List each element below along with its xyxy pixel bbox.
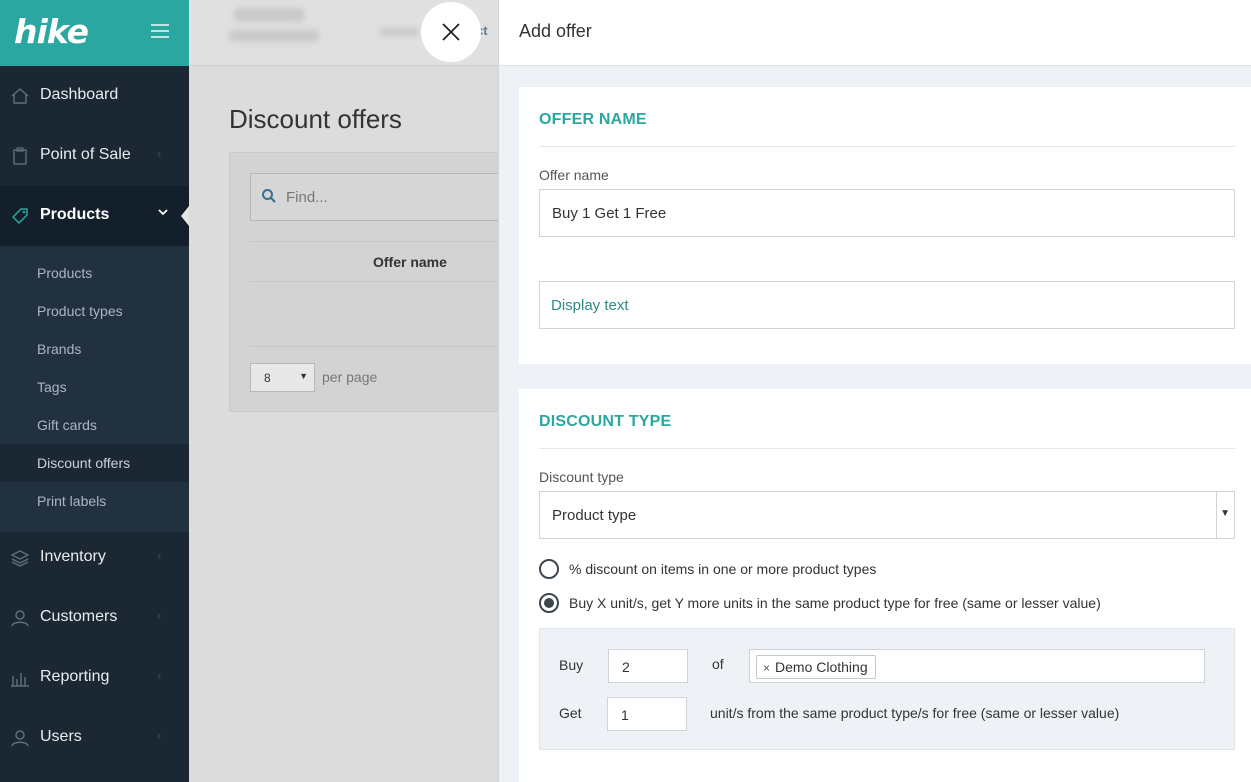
submenu-item-brands[interactable]: Brands bbox=[0, 330, 189, 368]
sidebar-item-label: Products bbox=[40, 206, 110, 223]
submenu-item-product-types[interactable]: Product types bbox=[0, 292, 189, 330]
discount-type-select[interactable]: Product type ▼ bbox=[539, 491, 1235, 539]
radio-label: Buy X unit/s, get Y more units in the sa… bbox=[569, 595, 1101, 611]
chevron-down-icon bbox=[157, 206, 169, 221]
sidebar-item-label: Point of Sale bbox=[40, 146, 131, 163]
product-type-tag: × Demo Clothing bbox=[756, 655, 876, 679]
clipboard-icon bbox=[10, 146, 30, 166]
radio-button-checked[interactable] bbox=[539, 593, 559, 613]
remove-tag-icon[interactable]: × bbox=[763, 661, 770, 675]
sidebar-item-label: Users bbox=[40, 728, 82, 745]
radio-buy-x-get-y[interactable]: Buy X unit/s, get Y more units in the sa… bbox=[539, 593, 1159, 615]
sidebar-item-label: Customers bbox=[40, 608, 118, 625]
sidebar-item-point-of-sale[interactable]: Point of Sale ‹ bbox=[0, 126, 189, 186]
sidebar: hike Dashboard Point of Sale ‹ Products … bbox=[0, 0, 189, 782]
search-placeholder: Find... bbox=[286, 189, 328, 206]
submenu-item-print-labels[interactable]: Print labels bbox=[0, 482, 189, 520]
close-icon bbox=[442, 23, 460, 41]
drawer-title: Add offer bbox=[519, 21, 592, 41]
chevron-left-icon: ‹ bbox=[157, 728, 162, 743]
submenu-item-gift-cards[interactable]: Gift cards bbox=[0, 406, 189, 444]
sidebar-item-customers[interactable]: Customers ‹ bbox=[0, 588, 189, 648]
get-quantity-input[interactable]: 1 bbox=[607, 697, 687, 731]
chevron-left-icon: ‹ bbox=[157, 608, 162, 623]
sidebar-item-inventory[interactable]: Inventory ‹ bbox=[0, 528, 189, 588]
discount-type-label: Discount type bbox=[539, 469, 624, 485]
table-header: Offer name bbox=[250, 241, 530, 282]
bar-chart-icon bbox=[10, 668, 30, 688]
get-suffix-label: unit/s from the same product type/s for … bbox=[710, 705, 1120, 721]
offer-name-value: Buy 1 Get 1 Free bbox=[552, 205, 667, 222]
add-offer-drawer: Add offer OFFER NAME Offer name Buy 1 Ge… bbox=[498, 0, 1251, 782]
caret-down-icon: ▼ bbox=[1220, 508, 1230, 519]
blurred-header-text bbox=[229, 30, 319, 42]
search-icon bbox=[262, 189, 276, 203]
sidebar-item-dashboard[interactable]: Dashboard bbox=[0, 66, 189, 126]
sidebar-item-reporting[interactable]: Reporting ‹ bbox=[0, 648, 189, 708]
sidebar-item-label: Reporting bbox=[40, 668, 110, 685]
menu-toggle-icon[interactable] bbox=[151, 24, 169, 38]
get-label: Get bbox=[559, 705, 582, 721]
section-heading: DISCOUNT TYPE bbox=[539, 413, 672, 430]
chevron-left-icon: ‹ bbox=[157, 548, 162, 563]
sidebar-item-products[interactable]: Products bbox=[0, 186, 189, 246]
submenu-item-tags[interactable]: Tags bbox=[0, 368, 189, 406]
sidebar-item-label: Inventory bbox=[40, 548, 106, 565]
discount-type-section: DISCOUNT TYPE Discount type Product type… bbox=[519, 389, 1251, 782]
column-header-offer-name[interactable]: Offer name bbox=[373, 254, 447, 270]
offers-list-card: Find... Offer name 8 ▼ per page bbox=[229, 152, 530, 412]
tag-label: Demo Clothing bbox=[775, 659, 868, 675]
buy-quantity-input[interactable]: 2 bbox=[608, 649, 688, 683]
submenu-item-products[interactable]: Products bbox=[0, 254, 189, 292]
divider bbox=[539, 146, 1235, 147]
user-icon bbox=[10, 728, 30, 748]
discount-type-value: Product type bbox=[552, 507, 637, 524]
get-quantity-value: 1 bbox=[621, 707, 629, 723]
chevron-left-icon: ‹ bbox=[157, 668, 162, 683]
blurred-header-text bbox=[379, 28, 419, 36]
offer-name-section: OFFER NAME Offer name Buy 1 Get 1 Free D… bbox=[519, 87, 1251, 364]
display-text-placeholder: Display text bbox=[551, 297, 629, 314]
radio-percent-discount[interactable]: % discount on items in one or more produ… bbox=[539, 559, 939, 581]
divider bbox=[250, 346, 530, 347]
page-title: Discount offers bbox=[229, 104, 402, 134]
chevron-left-icon: ‹ bbox=[157, 146, 162, 161]
per-page-select[interactable]: 8 ▼ bbox=[250, 363, 315, 392]
logo-bar: hike bbox=[0, 0, 189, 66]
per-page-label: per page bbox=[322, 369, 378, 385]
sidebar-item-label: Dashboard bbox=[40, 86, 119, 103]
divider bbox=[539, 448, 1235, 449]
section-heading: OFFER NAME bbox=[539, 111, 647, 128]
sidebar-item-users[interactable]: Users ‹ bbox=[0, 708, 189, 768]
user-icon bbox=[10, 608, 30, 628]
of-label: of bbox=[712, 656, 724, 672]
buy-quantity-value: 2 bbox=[622, 659, 630, 675]
radio-label: % discount on items in one or more produ… bbox=[569, 561, 877, 577]
hike-logo[interactable]: hike bbox=[14, 12, 89, 51]
offer-name-label: Offer name bbox=[539, 167, 609, 183]
select-divider bbox=[1216, 492, 1217, 538]
product-type-tags-input[interactable]: × Demo Clothing bbox=[749, 649, 1205, 683]
blurred-header-text bbox=[234, 8, 304, 22]
drawer-header: Add offer bbox=[499, 0, 1251, 66]
per-page-value: 8 bbox=[264, 371, 271, 385]
buy-get-rule-panel: Buy 2 of × Demo Clothing Get 1 unit/s fro… bbox=[539, 628, 1235, 750]
products-submenu: Products Product types Brands Tags Gift … bbox=[0, 246, 189, 532]
radio-button[interactable] bbox=[539, 559, 559, 579]
close-button[interactable] bbox=[421, 2, 481, 62]
submenu-item-discount-offers[interactable]: Discount offers bbox=[0, 444, 189, 482]
buy-label: Buy bbox=[559, 657, 584, 673]
tag-icon bbox=[10, 206, 30, 226]
display-text-input[interactable]: Display text bbox=[539, 281, 1235, 329]
caret-down-icon: ▼ bbox=[299, 371, 308, 381]
offer-name-input[interactable]: Buy 1 Get 1 Free bbox=[539, 189, 1235, 237]
layers-icon bbox=[10, 548, 30, 568]
active-indicator bbox=[181, 206, 189, 226]
home-icon bbox=[10, 86, 30, 106]
search-input[interactable]: Find... bbox=[250, 173, 530, 221]
